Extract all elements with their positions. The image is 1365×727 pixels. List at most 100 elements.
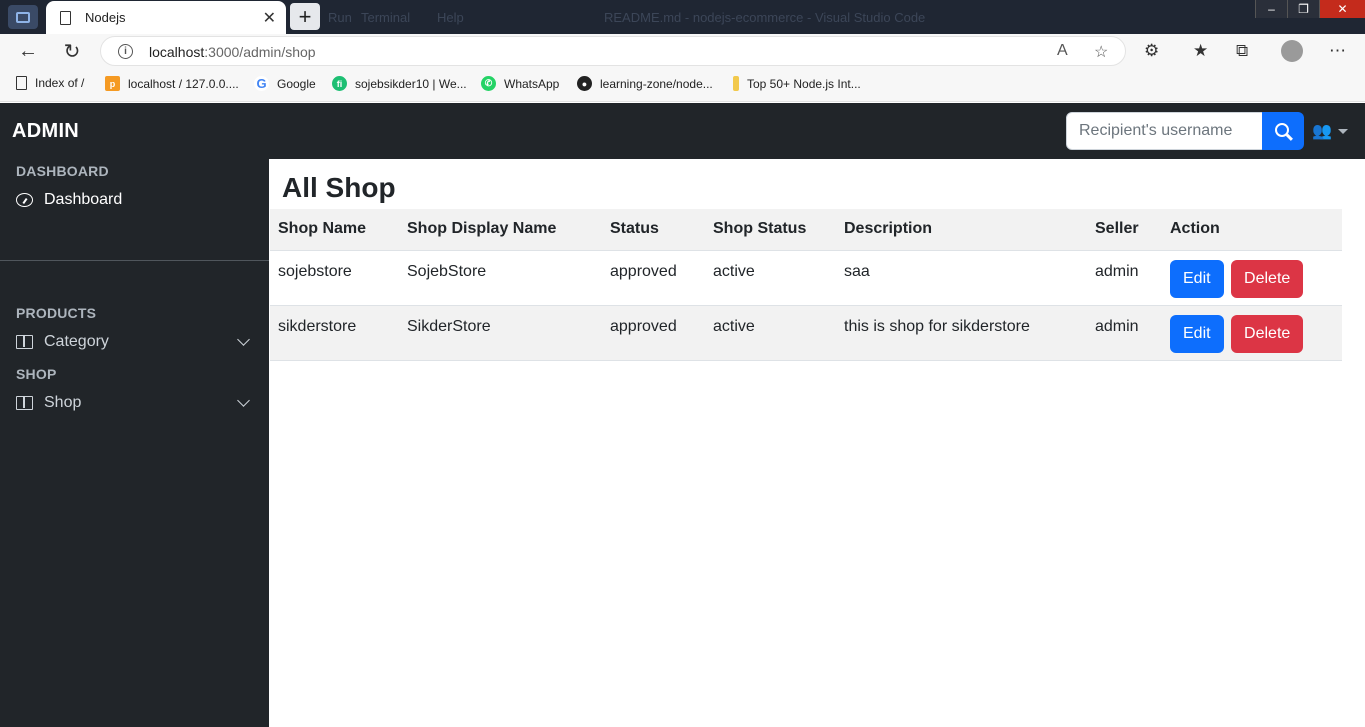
shops-table: Shop Name Shop Display Name Status Shop … [270,209,1342,361]
sidebar-item-category[interactable]: Category [16,333,256,351]
bookmark-label: sojebsikder10 | We... [355,76,467,91]
bookmarks-bar: Index of / p localhost / 127.0.0.... G G… [0,68,1365,102]
cell-seller: admin [1087,305,1162,361]
search-icon [1274,122,1289,137]
fiverr-icon: fi [332,76,347,91]
gauge-icon [16,193,33,207]
background-menu-terminal: Terminal [361,10,411,25]
cell-seller: admin [1087,250,1162,306]
more-menu-icon[interactable]: ⋯ [1329,41,1346,61]
whatsapp-icon: ✆ [481,76,496,91]
address-bar-row: ← ↻ i localhost:3000/admin/shop A ☆ ⚙ ★ … [0,34,1365,68]
url-text[interactable]: localhost:3000/admin/shop [149,44,316,60]
column-header-status: Status [602,209,705,251]
column-header-shop-name: Shop Name [270,209,399,251]
cell-shop-name: sojebstore [270,250,399,306]
search-input[interactable] [1066,112,1263,150]
table-header-row: Shop Name Shop Display Name Status Shop … [270,209,1342,251]
favorite-star-icon[interactable]: ☆ [1094,42,1108,62]
extensions-icon[interactable]: ⚙ [1144,41,1159,61]
cell-display-name: SojebStore [399,250,602,306]
bookmark-item[interactable]: fi sojebsikder10 | We... [332,76,467,91]
bookmark-label: Google [277,76,316,91]
collections-icon[interactable]: ⧉ [1236,41,1248,61]
book-icon [16,396,33,410]
window-controls: – ❐ ✕ [1255,0,1365,18]
cell-shop-status: active [705,305,836,361]
read-aloud-icon[interactable]: A [1057,42,1068,60]
back-arrow-icon[interactable]: ← [16,39,40,63]
cell-description: this is shop for sikderstore [836,305,1087,361]
profile-avatar[interactable] [1281,40,1303,62]
cell-status: approved [602,250,705,306]
bookmark-item[interactable]: Top 50+ Node.js Int... [733,76,861,91]
table-row: sikderstore SikderStore approved active … [270,305,1342,361]
chevron-down-icon[interactable] [237,394,250,407]
bookmark-label: Top 50+ Node.js Int... [747,76,861,91]
bookmark-item[interactable]: ● learning-zone/node... [577,76,713,91]
browser-tab[interactable]: Nodejs ✕ [46,1,286,34]
background-menu-run: Run [328,10,352,25]
page-title: All Shop [282,172,396,203]
column-header-shop-status: Shop Status [705,209,836,251]
sidebar-item-shop[interactable]: Shop [16,394,256,412]
vscode-window-icon[interactable] [8,5,38,29]
users-icon: 👥 [1312,123,1332,140]
cell-actions: Edit Delete [1162,250,1342,306]
minimize-icon[interactable]: – [1255,0,1287,18]
brand-logo[interactable]: ADMIN [12,120,79,143]
column-header-display-name: Shop Display Name [399,209,602,251]
search-button[interactable] [1262,112,1304,150]
bookmark-icon [733,76,739,91]
bookmark-item[interactable]: p localhost / 127.0.0.... [105,76,239,91]
google-icon: G [254,76,269,91]
background-window-title: README.md - nodejs-ecommerce - Visual St… [604,10,926,25]
sidebar-item-dashboard[interactable]: Dashboard [16,191,256,209]
sidebar-heading-products: PRODUCTS [16,305,97,321]
cell-shop-status: active [705,250,836,306]
column-header-action: Action [1162,209,1342,251]
cell-actions: Edit Delete [1162,305,1342,361]
edit-button[interactable]: Edit [1170,314,1224,353]
chevron-down-icon[interactable] [237,333,250,346]
github-icon: ● [577,76,592,91]
column-header-seller: Seller [1087,209,1162,251]
sidebar-item-label: Category [44,333,109,350]
bookmark-label: WhatsApp [504,76,560,91]
user-dropdown[interactable]: 👥 [1312,121,1348,141]
bookmark-item[interactable]: G Google [254,76,316,91]
close-window-icon[interactable]: ✕ [1319,0,1365,18]
refresh-icon[interactable]: ↻ [60,39,84,63]
book-icon [16,335,33,349]
bookmark-item[interactable]: Index of / [16,76,84,90]
restore-icon[interactable]: ❐ [1287,0,1319,18]
bookmark-label: learning-zone/node... [600,76,713,91]
sidebar-item-label: Dashboard [44,191,123,208]
favorites-icon[interactable]: ★ [1193,41,1208,61]
cell-display-name: SikderStore [399,305,602,361]
edit-button[interactable]: Edit [1170,259,1224,298]
browser-titlebar: Nodejs ✕ + Run Terminal Help README.md -… [0,0,1365,34]
delete-button[interactable]: Delete [1231,314,1304,353]
bookmark-label: Index of / [35,76,85,90]
sidebar-heading-shop: SHOP [16,366,57,382]
new-tab-button[interactable]: + [290,3,320,30]
background-menu-help: Help [437,10,464,25]
cell-description: saa [836,250,1087,306]
table-row: sojebstore SojebStore approved active sa… [270,250,1342,306]
address-bar[interactable]: i localhost:3000/admin/shop A ☆ [100,36,1126,66]
sidebar-divider [0,260,269,261]
sidebar: DASHBOARD Dashboard PRODUCTS Category SH… [0,159,269,727]
close-tab-icon[interactable]: ✕ [263,8,276,28]
cell-status: approved [602,305,705,361]
bookmark-item[interactable]: ✆ WhatsApp [481,76,559,91]
info-icon[interactable]: i [118,44,133,59]
caret-down-icon [1337,128,1348,134]
cell-shop-name: sikderstore [270,305,399,361]
phpmyadmin-icon: p [105,76,120,91]
delete-button[interactable]: Delete [1231,259,1304,298]
document-icon [60,10,71,25]
bookmark-label: localhost / 127.0.0.... [128,76,239,91]
tab-title: Nodejs [85,10,126,25]
document-icon [16,76,27,90]
